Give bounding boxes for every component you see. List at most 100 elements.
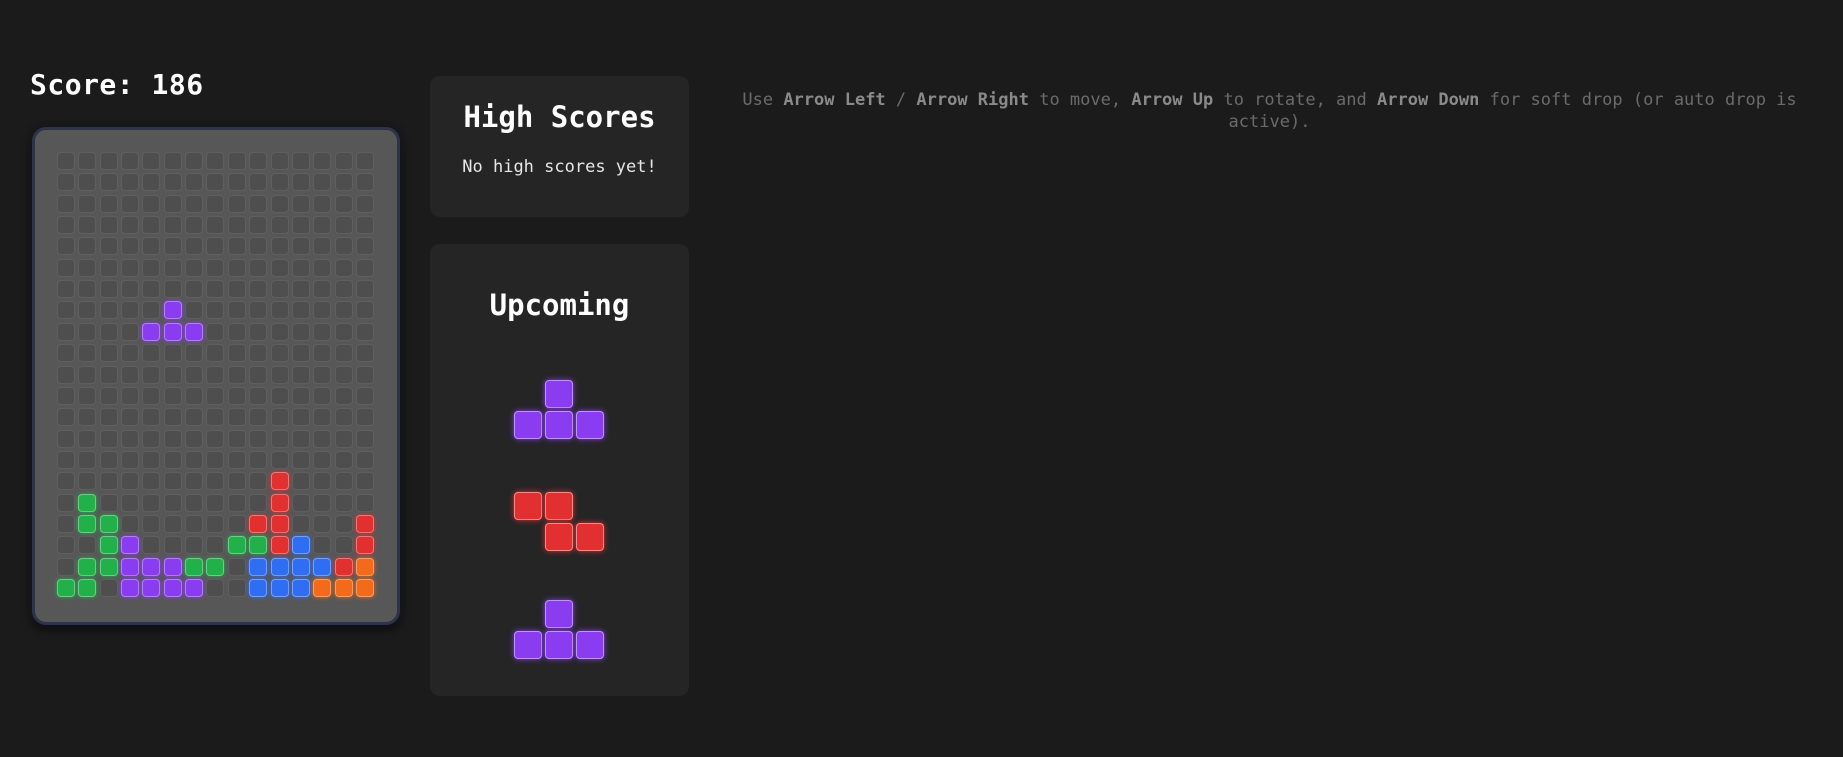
board-cell-empty [78,322,97,341]
board-cell-empty [355,493,374,512]
high-scores-panel: High Scores No high scores yet! [430,76,689,217]
game-board[interactable] [32,127,400,625]
board-cell-empty [355,472,374,491]
board-cell-empty [270,173,289,192]
board-cell-filled [270,514,289,533]
board-cell-empty [99,429,118,448]
board-cell-empty [249,408,268,427]
board-cell-empty [249,216,268,235]
board-cell-empty [227,280,246,299]
board-cell-filled [163,579,182,597]
high-scores-empty-text: No high scores yet! [462,157,657,177]
board-cell-empty [249,472,268,491]
board-cell-empty [249,301,268,320]
board-cell-empty [291,429,310,448]
board-cell-filled [249,579,268,597]
board-cell-empty [185,386,204,405]
board-cell-empty [57,450,75,469]
board-cell-empty [57,237,75,256]
board-cell-empty [206,280,225,299]
board-cell-empty [78,365,97,384]
board-cell-filled [142,557,161,576]
board-cell-empty [57,365,75,384]
board-cell-empty [206,301,225,320]
board-cell-empty [227,514,246,533]
board-cell-empty [121,365,140,384]
board-cell-empty [121,280,140,299]
board-cell-empty [313,152,332,170]
board-cell-empty [227,450,246,469]
board-cell-empty [78,216,97,235]
board-cell-empty [121,386,140,405]
board-cell-empty [185,173,204,192]
board-cell-empty [121,450,140,469]
board-cell-filled [121,536,140,555]
board-cell-empty [185,344,204,363]
key-arrow-left: Arrow Left [783,90,886,110]
upcoming-piece-cell [545,523,573,551]
board-cell-empty [270,322,289,341]
board-cell-empty [355,322,374,341]
board-cell-empty [78,344,97,363]
board-cell-empty [270,365,289,384]
board-cell-empty [313,216,332,235]
key-arrow-down: Arrow Down [1377,90,1480,110]
board-cell-filled [78,557,97,576]
board-cell-empty [163,216,182,235]
board-cell-filled [355,579,374,597]
board-cell-empty [185,280,204,299]
board-cell-empty [57,152,75,170]
board-cell-filled [334,579,353,597]
board-cell-empty [163,344,182,363]
board-cell-empty [334,173,353,192]
board-cell-empty [334,216,353,235]
board-cell-empty [227,173,246,192]
board-cell-empty [270,408,289,427]
board-cell-filled [163,557,182,576]
board-cell-empty [291,280,310,299]
board-cell-empty [142,280,161,299]
board-cell-empty [270,237,289,256]
board-cell-empty [121,301,140,320]
board-cell-empty [78,173,97,192]
board-cell-empty [227,152,246,170]
board-cell-empty [142,429,161,448]
board-cell-empty [163,365,182,384]
board-cell-empty [206,216,225,235]
board-cell-empty [57,429,75,448]
board-cell-empty [142,386,161,405]
board-cell-empty [185,493,204,512]
board-cell-empty [121,173,140,192]
board-cell-empty [355,194,374,213]
board-cell-empty [355,408,374,427]
board-cell-empty [227,322,246,341]
board-cell-empty [334,408,353,427]
board-cell-empty [249,322,268,341]
board-cell-empty [121,514,140,533]
upcoming-piece-cell [545,492,573,520]
board-cell-empty [227,194,246,213]
board-cell-empty [206,258,225,277]
board-cell-empty [334,301,353,320]
board-cell-empty [334,237,353,256]
board-cell-empty [57,280,75,299]
board-cell-empty [185,216,204,235]
board-cell-empty [185,301,204,320]
board-cell-empty [334,152,353,170]
instr-sep: / [885,90,917,110]
board-cell-filled [249,536,268,555]
board-cell-empty [227,386,246,405]
board-cell-empty [206,579,225,597]
board-cell-empty [249,386,268,405]
board-cell-empty [121,344,140,363]
board-cell-empty [142,450,161,469]
board-cell-filled [78,514,97,533]
board-cell-empty [99,450,118,469]
board-cell-empty [249,344,268,363]
board-cell-empty [227,493,246,512]
board-cell-filled [270,472,289,491]
upcoming-piece-cell [545,411,573,439]
board-cell-empty [163,429,182,448]
board-cell-filled [249,557,268,576]
board-cell-empty [227,344,246,363]
